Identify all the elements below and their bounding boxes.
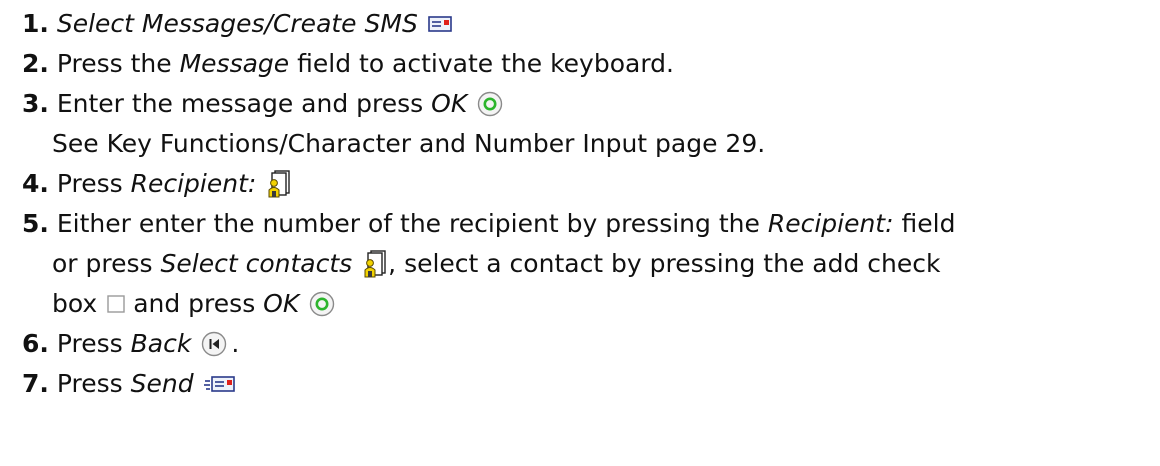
ok-button-icon (477, 91, 503, 117)
step-number: 5. (22, 209, 49, 238)
step-text: box (52, 289, 98, 318)
contacts-icon (362, 249, 388, 279)
step-text: Press (56, 169, 123, 198)
step-6: 6. Press Back . (22, 324, 1160, 364)
step-5-line-3: box and press OK (22, 284, 1160, 324)
step-text: Either enter the number of the recipient… (56, 209, 760, 238)
step-text: and press (133, 289, 256, 318)
checkbox-icon (107, 295, 125, 313)
button-name: Send (130, 369, 194, 398)
step-1: 1. Select Messages/Create SMS (22, 4, 1160, 44)
step-text: Enter the message and press (56, 89, 424, 118)
step-number: 7. (22, 369, 49, 398)
step-number: 4. (22, 169, 49, 198)
create-sms-icon (428, 14, 454, 34)
step-3: 3. Enter the message and press OK (22, 84, 1160, 124)
button-name: OK (431, 89, 468, 118)
step-text: Press (56, 369, 123, 398)
step-text: field to activate the keyboard. (297, 49, 674, 78)
step-3-reference: See Key Functions/Character and Number I… (22, 124, 1160, 164)
step-text: . (231, 329, 240, 358)
send-sms-icon (203, 374, 236, 394)
step-number: 2. (22, 49, 49, 78)
step-text: Press the (56, 49, 172, 78)
step-2: 2. Press the Message field to activate t… (22, 44, 1160, 84)
instruction-list: 1. Select Messages/Create SMS 2. Press t… (0, 0, 1160, 404)
step-text: or press (52, 249, 153, 278)
step-5-line-2: or press Select contacts , select a cont… (22, 244, 1160, 284)
step-7: 7. Press Send (22, 364, 1160, 404)
contacts-icon (266, 169, 292, 199)
cross-reference: See Key Functions/Character and Number I… (52, 129, 766, 158)
step-number: 3. (22, 89, 49, 118)
ok-button-icon (309, 291, 335, 317)
step-text: Press (56, 329, 123, 358)
step-number: 1. (22, 9, 49, 38)
step-text: , select a contact by pressing the add c… (388, 249, 941, 278)
step-text: field (901, 209, 956, 238)
button-name: Back (130, 329, 192, 358)
button-name: Select contacts (160, 249, 353, 278)
step-number: 6. (22, 329, 49, 358)
back-button-icon (201, 331, 227, 357)
field-name: Message (179, 49, 290, 78)
field-name: Recipient: (130, 169, 257, 198)
button-name: OK (263, 289, 300, 318)
menu-path: Select Messages/Create SMS (56, 9, 418, 38)
step-5: 5. Either enter the number of the recipi… (22, 204, 1160, 244)
field-name: Recipient: (767, 209, 894, 238)
step-4: 4. Press Recipient: (22, 164, 1160, 204)
